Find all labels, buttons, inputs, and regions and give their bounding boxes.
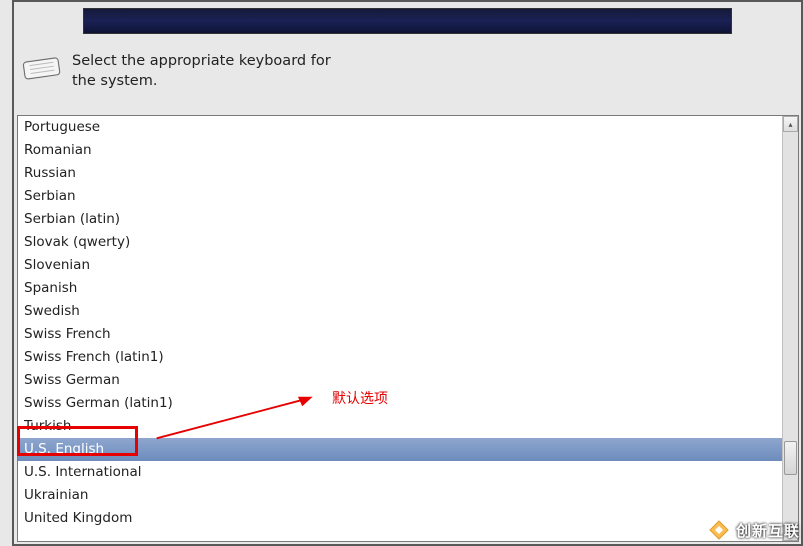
instruction-row: Select the appropriate keyboard for the … <box>21 52 801 91</box>
list-item[interactable]: Romanian <box>18 139 782 162</box>
list-item[interactable]: Turkish <box>18 415 782 438</box>
list-item[interactable]: Swiss French <box>18 323 782 346</box>
instruction-line2: the system. <box>72 72 331 92</box>
list-item[interactable]: Ukrainian <box>18 484 782 507</box>
list-item[interactable]: Russian <box>18 162 782 185</box>
scroll-track[interactable] <box>783 132 798 525</box>
list-item[interactable]: Swiss German <box>18 369 782 392</box>
list-item[interactable]: Serbian (latin) <box>18 208 782 231</box>
watermark-logo-icon <box>706 517 732 543</box>
list-item[interactable]: Swiss French (latin1) <box>18 346 782 369</box>
instruction-text: Select the appropriate keyboard for the … <box>72 52 331 91</box>
list-item[interactable]: Spanish <box>18 277 782 300</box>
watermark: 创新互联 <box>706 517 800 543</box>
list-item[interactable]: Swedish <box>18 300 782 323</box>
keyboard-listbox-container: PortugueseRomanianRussianSerbianSerbian … <box>17 115 799 542</box>
scrollbar[interactable]: ▴ ▾ <box>782 116 798 541</box>
list-item[interactable]: Swiss German (latin1) <box>18 392 782 415</box>
instruction-line1: Select the appropriate keyboard for <box>72 52 331 72</box>
scroll-thumb[interactable] <box>784 441 797 475</box>
scroll-up-button[interactable]: ▴ <box>783 116 798 132</box>
list-item[interactable]: Slovenian <box>18 254 782 277</box>
header-banner <box>83 8 732 34</box>
list-item[interactable]: United Kingdom <box>18 507 782 530</box>
chevron-up-icon: ▴ <box>788 120 792 129</box>
list-item[interactable]: U.S. International <box>18 461 782 484</box>
list-item[interactable]: Slovak (qwerty) <box>18 231 782 254</box>
list-item[interactable]: Serbian <box>18 185 782 208</box>
installer-window: Select the appropriate keyboard for the … <box>12 0 803 546</box>
watermark-text: 创新互联 <box>736 520 800 541</box>
keyboard-listbox[interactable]: PortugueseRomanianRussianSerbianSerbian … <box>18 116 782 541</box>
list-item[interactable]: U.S. English <box>18 438 782 461</box>
keyboard-icon <box>21 52 62 84</box>
list-item[interactable]: Portuguese <box>18 116 782 139</box>
